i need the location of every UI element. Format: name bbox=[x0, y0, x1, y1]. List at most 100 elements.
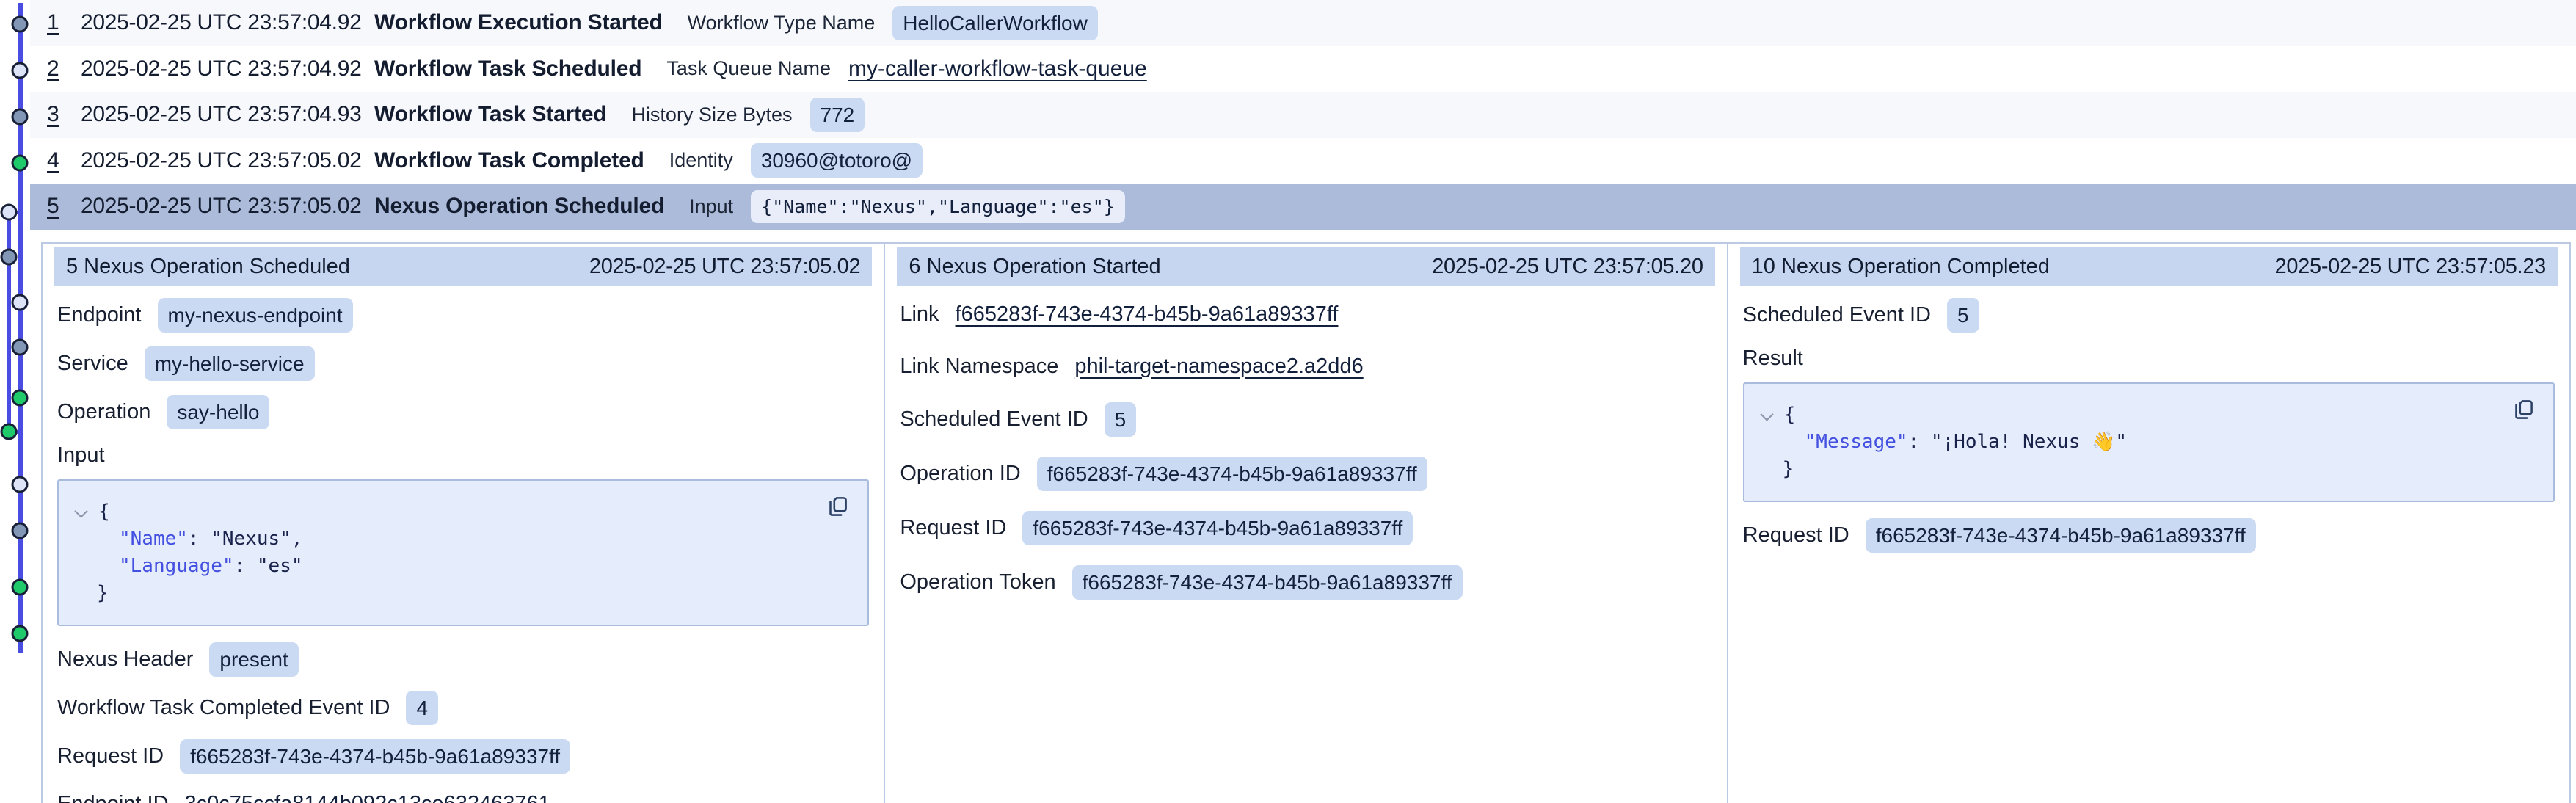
field-value-badge: f665283f-743e-4374-b45b-9a61a89337ff bbox=[1037, 457, 1427, 491]
timeline-dot-10-completed bbox=[1, 424, 18, 440]
event-attribute: History Size Bytes 772 bbox=[631, 98, 865, 132]
timeline-line bbox=[7, 212, 11, 432]
attribute-label: History Size Bytes bbox=[631, 103, 792, 126]
event-id-link[interactable]: 2 bbox=[47, 57, 73, 81]
field-label: Request ID bbox=[1743, 523, 1849, 548]
event-row-4[interactable]: 4 2025-02-25 UTC 23:57:05.02 Workflow Ta… bbox=[30, 138, 2576, 184]
event-timestamp: 2025-02-25 UTC 23:57:04.93 bbox=[81, 102, 374, 127]
copy-button[interactable] bbox=[823, 493, 853, 522]
field-endpoint-id: Endpoint ID 3c0c75ccfa8144b092c13ce63246… bbox=[57, 788, 869, 803]
event-name: Workflow Task Completed bbox=[374, 148, 644, 173]
event-row-5-selected[interactable]: 5 2025-02-25 UTC 23:57:05.02 Nexus Opera… bbox=[30, 184, 2576, 230]
field-scheduled-event-id: Scheduled Event ID 5 bbox=[900, 402, 1711, 437]
timeline-dot-3-started bbox=[12, 109, 29, 126]
field-label: Link bbox=[900, 302, 939, 327]
panel-body: Link f665283f-743e-4374-b45b-9a61a89337f… bbox=[895, 286, 1716, 600]
event-id-link[interactable]: 1 bbox=[47, 10, 73, 35]
timeline-dot-1-started bbox=[12, 16, 29, 33]
panel-header: 6 Nexus Operation Started 2025-02-25 UTC… bbox=[897, 247, 1714, 286]
panel-nexus-operation-started: 6 Nexus Operation Started 2025-02-25 UTC… bbox=[884, 244, 1726, 803]
field-label: Request ID bbox=[900, 516, 1006, 540]
field-value-badge: present bbox=[209, 642, 298, 677]
attribute-label: Task Queue Name bbox=[666, 57, 831, 80]
timeline-dot-4-completed bbox=[12, 155, 29, 172]
event-table: 1 2025-02-25 UTC 23:57:04.92 Workflow Ex… bbox=[30, 0, 2576, 230]
event-row-1[interactable]: 1 2025-02-25 UTC 23:57:04.92 Workflow Ex… bbox=[30, 0, 2576, 46]
attribute-value-badge: HelloCallerWorkflow bbox=[892, 6, 1098, 40]
field-value-badge: f665283f-743e-4374-b45b-9a61a89337ff bbox=[180, 739, 570, 774]
panel-nexus-operation-scheduled: 5 Nexus Operation Scheduled 2025-02-25 U… bbox=[43, 244, 884, 803]
timeline-dot-13-completed bbox=[12, 579, 29, 596]
field-link: Link f665283f-743e-4374-b45b-9a61a89337f… bbox=[900, 298, 1711, 330]
task-queue-link[interactable]: my-caller-workflow-task-queue bbox=[848, 57, 1147, 81]
panel-nexus-operation-completed: 10 Nexus Operation Completed 2025-02-25 … bbox=[1727, 244, 2569, 803]
field-label: Operation Token bbox=[900, 570, 1055, 595]
event-row-3[interactable]: 3 2025-02-25 UTC 23:57:04.93 Workflow Ta… bbox=[30, 92, 2576, 138]
workflow-history-view: 1 2025-02-25 UTC 23:57:04.92 Workflow Ex… bbox=[0, 0, 2576, 803]
timeline-dot-14-completed bbox=[12, 625, 29, 642]
event-name: Workflow Task Scheduled bbox=[374, 57, 641, 81]
attribute-value-badge: 772 bbox=[810, 98, 865, 132]
timeline-dot-11-scheduled bbox=[12, 476, 29, 493]
field-label: Workflow Task Completed Event ID bbox=[57, 696, 390, 720]
field-value-badge: 5 bbox=[1105, 402, 1137, 437]
field-label: Endpoint ID bbox=[57, 792, 169, 803]
field-operation: Operation say-hello bbox=[57, 395, 869, 429]
timeline-dot-12-started bbox=[12, 523, 29, 539]
field-label: Scheduled Event ID bbox=[1743, 303, 1931, 327]
field-value-badge: say-hello bbox=[167, 395, 269, 429]
field-value-badge: my-hello-service bbox=[145, 346, 315, 381]
timeline-dot-2-scheduled bbox=[12, 62, 29, 79]
event-name: Workflow Execution Started bbox=[374, 10, 663, 35]
panel-title: 10 Nexus Operation Completed bbox=[1752, 255, 2050, 279]
endpoint-id-link[interactable]: 3c0c75ccfa8144b092c13ce632463761 bbox=[185, 792, 550, 803]
event-detail-panels: 5 Nexus Operation Scheduled 2025-02-25 U… bbox=[41, 242, 2571, 803]
event-id-link[interactable]: 4 bbox=[47, 148, 73, 173]
field-value-badge: f665283f-743e-4374-b45b-9a61a89337ff bbox=[1022, 511, 1413, 545]
event-row-2[interactable]: 2 2025-02-25 UTC 23:57:04.92 Workflow Ta… bbox=[30, 46, 2576, 92]
field-value-badge: 5 bbox=[1947, 298, 1979, 333]
field-operation-id: Operation ID f665283f-743e-4374-b45b-9a6… bbox=[900, 457, 1711, 491]
timeline-dot-5-scheduled bbox=[1, 204, 18, 221]
attribute-label: Identity bbox=[669, 149, 733, 172]
panel-header: 10 Nexus Operation Completed 2025-02-25 … bbox=[1740, 247, 2558, 286]
collapse-chevron-icon[interactable] bbox=[1759, 404, 1784, 426]
field-label: Scheduled Event ID bbox=[900, 407, 1088, 432]
event-name: Workflow Task Started bbox=[374, 102, 606, 127]
event-id-link[interactable]: 3 bbox=[47, 102, 73, 127]
link-namespace-link[interactable]: phil-target-namespace2.a2dd6 bbox=[1074, 355, 1363, 379]
attribute-label: Workflow Type Name bbox=[688, 12, 876, 34]
copy-icon bbox=[2509, 396, 2537, 424]
field-value-badge: 4 bbox=[406, 691, 438, 725]
field-label: Operation ID bbox=[900, 462, 1020, 486]
panel-timestamp: 2025-02-25 UTC 23:57:05.02 bbox=[589, 255, 860, 279]
field-value-badge: f665283f-743e-4374-b45b-9a61a89337ff bbox=[1072, 565, 1463, 600]
copy-button[interactable] bbox=[2509, 396, 2539, 425]
field-operation-token: Operation Token f665283f-743e-4374-b45b-… bbox=[900, 565, 1711, 600]
collapse-chevron-icon[interactable] bbox=[73, 501, 98, 523]
link-value-link[interactable]: f665283f-743e-4374-b45b-9a61a89337ff bbox=[956, 302, 1339, 327]
input-json-viewer: { "Name": "Nexus", "Language": "es" } bbox=[57, 479, 869, 626]
event-timestamp: 2025-02-25 UTC 23:57:04.92 bbox=[81, 10, 374, 35]
panel-body: Endpoint my-nexus-endpoint Service my-he… bbox=[53, 286, 873, 803]
input-section-label: Input bbox=[57, 443, 869, 468]
field-value-badge: my-nexus-endpoint bbox=[158, 298, 353, 333]
event-attribute: Input {"Name":"Nexus","Language":"es"} bbox=[689, 190, 1125, 223]
event-attribute: Workflow Type Name HelloCallerWorkflow bbox=[688, 6, 1098, 40]
field-label: Link Namespace bbox=[900, 355, 1058, 379]
field-label: Operation bbox=[57, 400, 150, 424]
event-timestamp: 2025-02-25 UTC 23:57:04.92 bbox=[81, 57, 374, 81]
panel-body: Scheduled Event ID 5 Result { "Message":… bbox=[1739, 286, 2559, 553]
field-label: Endpoint bbox=[57, 303, 142, 327]
field-value-badge: f665283f-743e-4374-b45b-9a61a89337ff bbox=[1866, 518, 2256, 553]
result-section-label: Result bbox=[1743, 346, 2555, 371]
panel-header: 5 Nexus Operation Scheduled 2025-02-25 U… bbox=[54, 247, 872, 286]
panel-timestamp: 2025-02-25 UTC 23:57:05.23 bbox=[2275, 255, 2546, 279]
field-workflow-task-completed-event-id: Workflow Task Completed Event ID 4 bbox=[57, 691, 869, 725]
result-json-viewer: { "Message": "¡Hola! Nexus 👋" } bbox=[1743, 382, 2555, 502]
event-name: Nexus Operation Scheduled bbox=[374, 194, 664, 219]
event-attribute: Task Queue Name my-caller-workflow-task-… bbox=[666, 57, 1146, 81]
timeline-dot-6-started bbox=[1, 249, 18, 266]
field-request-id: Request ID f665283f-743e-4374-b45b-9a61a… bbox=[1743, 518, 2555, 553]
event-id-link[interactable]: 5 bbox=[47, 194, 73, 219]
